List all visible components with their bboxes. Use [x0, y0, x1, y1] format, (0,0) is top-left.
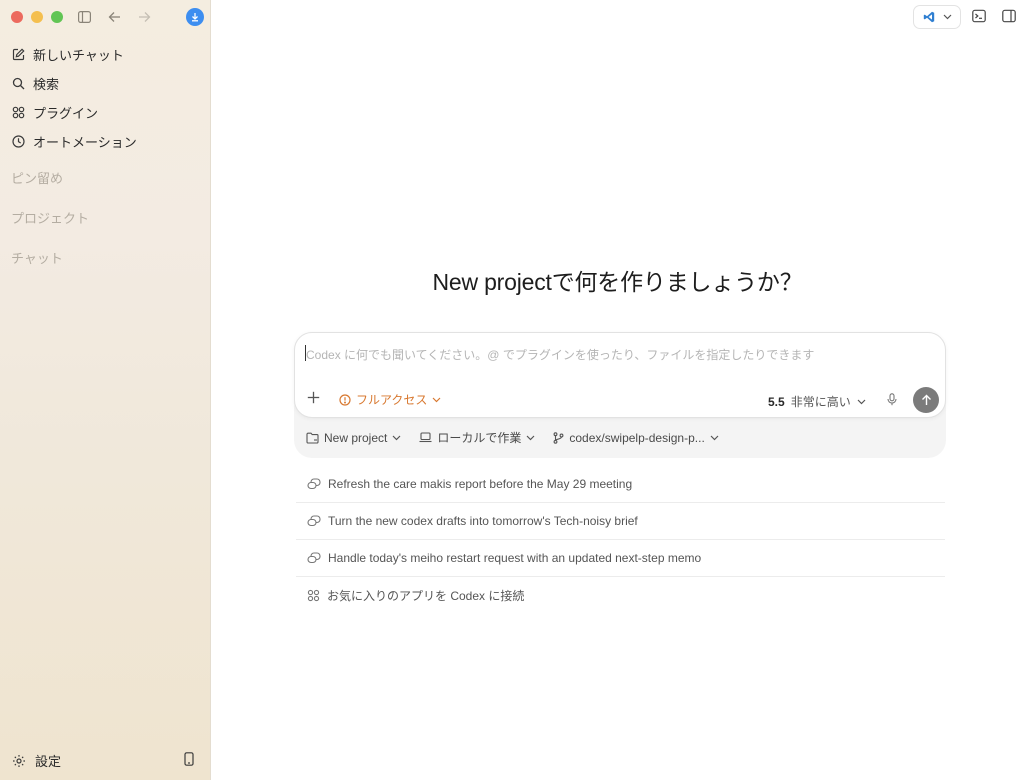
plugins-icon [12, 106, 25, 119]
open-in-ide-button[interactable] [913, 5, 961, 29]
nav-label-plugins: プラグイン [33, 106, 99, 121]
warning-circle-icon [339, 393, 351, 406]
vscode-icon [923, 11, 934, 23]
model-version: 5.5 [768, 394, 785, 409]
mobile-device-icon[interactable] [184, 752, 194, 771]
minimize-window-button[interactable] [31, 11, 43, 23]
chevron-down-icon [432, 397, 441, 402]
edit-icon [12, 48, 25, 61]
settings-button[interactable]: 設定 [12, 751, 61, 770]
terminal-icon[interactable] [972, 9, 988, 25]
branch-dropdown[interactable]: codex/swipelp-design-p... [553, 430, 719, 445]
section-pinned: ピン留め [11, 171, 64, 186]
nav-label-new-chat: 新しいチャット [33, 48, 124, 63]
new-chat-button[interactable]: 新しいチャット [10, 40, 202, 69]
panel-toggle-icon[interactable] [1002, 9, 1018, 25]
chevron-down-icon [857, 399, 866, 404]
plus-icon [307, 391, 320, 404]
forward-arrow-icon[interactable] [136, 9, 152, 25]
suggestion-text: Refresh the care makis report before the… [328, 477, 633, 491]
project-dropdown[interactable]: New project [306, 431, 401, 445]
chat-bubbles-icon [307, 515, 321, 527]
section-chats[interactable]: チャット [11, 248, 63, 267]
zoom-window-button[interactable] [51, 11, 63, 23]
back-arrow-icon[interactable] [106, 9, 122, 25]
clock-icon [12, 135, 25, 148]
automation-button[interactable]: オートメーション [10, 127, 202, 156]
git-branch-icon [553, 431, 564, 444]
nav-label-automation: オートメーション [33, 135, 137, 150]
close-window-button[interactable] [11, 11, 23, 23]
location-label: ローカルで作業 [437, 431, 522, 445]
suggestion-item[interactable]: Handle today's meiho restart request wit… [296, 540, 945, 577]
plugins-button[interactable]: プラグイン [10, 98, 202, 127]
plugins-icon [307, 589, 320, 602]
gear-icon [13, 754, 25, 767]
laptop-icon [419, 432, 432, 443]
chevron-down-icon [392, 435, 401, 440]
suggestion-text: Turn the new codex drafts into tomorrow'… [328, 514, 638, 528]
sidebar-toggle-icon[interactable] [76, 9, 92, 25]
microphone-button[interactable] [887, 393, 897, 411]
chevron-down-icon [710, 435, 719, 440]
suggestion-item[interactable]: Refresh the care makis report before the… [296, 466, 945, 503]
microphone-icon [887, 393, 897, 406]
arrow-up-icon [921, 394, 931, 405]
prompt-composer[interactable]: Codex に何でも聞いてください。@ でプラグインを使ったり、ファイルを指定し… [294, 332, 946, 418]
branch-label: codex/swipelp-design-p... [569, 430, 705, 445]
search-icon [12, 77, 25, 90]
suggestion-item[interactable]: Turn the new codex drafts into tomorrow'… [296, 503, 945, 540]
send-button[interactable] [913, 387, 939, 413]
location-dropdown[interactable]: ローカルで作業 [419, 429, 535, 446]
prompt-input[interactable]: Codex に何でも聞いてください。@ でプラグインを使ったり、ファイルを指定し… [306, 346, 814, 363]
settings-label: 設定 [35, 754, 62, 769]
search-button[interactable]: 検索 [10, 69, 202, 98]
page-title: New projectで何を作りましょうか？ [432, 269, 803, 295]
window-controls [11, 11, 63, 23]
chevron-down-icon [943, 14, 951, 20]
model-selector-dropdown[interactable]: 5.5 非常に高い [768, 393, 866, 410]
access-mode-label: フルアクセス [356, 393, 428, 407]
access-mode-dropdown[interactable]: フルアクセス [339, 391, 441, 408]
chevron-down-icon [526, 435, 535, 440]
download-update-icon[interactable] [186, 8, 204, 26]
context-bar: New project ローカルで作業 codex/swipelp-design… [306, 429, 719, 446]
reasoning-level: 非常に高い [790, 395, 851, 409]
composer-container: Codex に何でも聞いてください。@ でプラグインを使ったり、ファイルを指定し… [294, 332, 946, 458]
add-attachment-button[interactable] [307, 391, 320, 409]
folder-icon [306, 432, 319, 444]
section-projects[interactable]: プロジェクト [11, 208, 89, 227]
chat-bubbles-icon [307, 552, 321, 564]
project-label: New project [324, 430, 388, 445]
chat-bubbles-icon [307, 478, 321, 490]
sidebar-nav: 新しいチャット 検索 プラグイン オートメーション [10, 40, 202, 156]
nav-label-search: 検索 [33, 77, 60, 92]
sidebar: 新しいチャット 検索 プラグイン オートメーション ピン留め プロジェクト チャ… [0, 0, 211, 780]
suggestion-text: お気に入りのアプリを Codex に接続 [327, 589, 525, 603]
suggestion-list: Refresh the care makis report before the… [296, 466, 945, 614]
suggestion-text: Handle today's meiho restart request wit… [328, 551, 702, 565]
suggestion-item[interactable]: お気に入りのアプリを Codex に接続 [296, 577, 945, 614]
